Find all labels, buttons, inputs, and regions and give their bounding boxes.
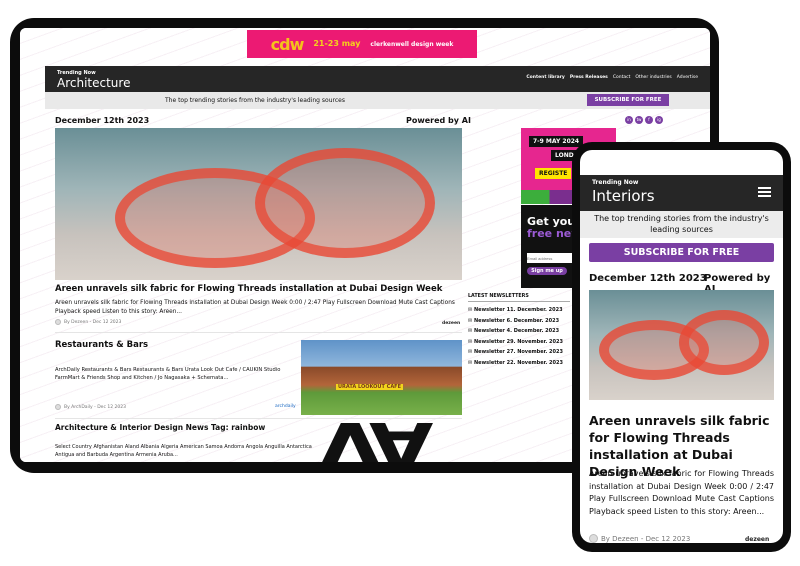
ad-banner-clerkenwell[interactable]: cdw 21-23 may clerkenwell design week [247, 30, 477, 58]
article-title[interactable]: Restaurants & Bars [55, 340, 148, 350]
article-image[interactable]: URATA LOOKOUT CAFE [301, 340, 462, 415]
byline-text: By Dezeen - Dec 12 2023 [64, 319, 122, 325]
latest-newsletters: LATEST NEWSLETTERS ✉ Newsletter 11. Dece… [468, 294, 570, 368]
article-title[interactable]: Areen unravels silk fabric for Flowing T… [55, 284, 475, 294]
twitter-icon[interactable]: tw [635, 116, 643, 124]
ad-dates: 21-23 may [313, 39, 361, 48]
newsletter-link[interactable]: ✉ Newsletter 4. December. 2023 [468, 326, 570, 337]
article-title[interactable]: Architecture & Interior Design News Tag:… [55, 423, 265, 432]
source-logo: dezeen [442, 321, 461, 326]
article-excerpt: ArchDaily Restaurants & Bars Restaurants… [55, 367, 281, 381]
date-label: December 12th 2023 [589, 273, 707, 284]
avatar [55, 404, 61, 410]
newsletter-link[interactable]: ✉ Newsletter 29. November. 2023 [468, 337, 570, 348]
brand-small: Trending Now [592, 179, 639, 186]
phone-header: Trending Now Interiors [580, 175, 783, 211]
ad-name: clerkenwell design week [370, 40, 454, 48]
newsletter-link[interactable]: ✉ Newsletter 11. December. 2023 [468, 305, 570, 316]
nav-advertise[interactable]: Advertise [677, 75, 698, 80]
divider [55, 332, 462, 333]
tagline-bar: The top trending stories from the indust… [45, 92, 710, 109]
tagline: The top trending stories from the indust… [580, 211, 783, 238]
nav-other-industries[interactable]: Other industries [635, 75, 671, 80]
powered-by-label: Powered by AI [406, 116, 471, 125]
linkedin-icon[interactable]: in [625, 116, 633, 124]
article-byline: By ArchDaily - Dec 12 2023 [55, 404, 126, 410]
brand-logo[interactable]: Architecture [57, 76, 130, 90]
newsletter-link[interactable]: ✉ Newsletter 6. December. 2023 [468, 316, 570, 327]
article-byline: By Dezeen - Dec 12 2023 [55, 319, 121, 325]
phone-screen: Trending Now Interiors The top trending … [580, 150, 783, 543]
source-logo: archdaily [275, 404, 296, 409]
hamburger-icon[interactable] [758, 187, 771, 197]
subscribe-button[interactable]: SUBSCRIBE FOR FREE [589, 243, 774, 262]
date-label: December 12th 2023 [55, 116, 150, 125]
article-logo-image[interactable]: VA [318, 407, 426, 462]
facebook-icon[interactable]: f [645, 116, 653, 124]
article-excerpt: Select Country Afghanistan Aland Albania… [55, 444, 312, 458]
avatar [589, 534, 598, 543]
newsletter-link[interactable]: ✉ Newsletter 22. November. 2023 [468, 358, 570, 369]
social-links: in tw f ig [625, 116, 663, 124]
newsletter-link[interactable]: ✉ Newsletter 27. November. 2023 [468, 347, 570, 358]
nav-links: Content library Press Releases Contact O… [526, 75, 698, 80]
sign-up-button[interactable]: Sign me up [527, 267, 567, 275]
article-excerpt: Areen unravels silk fabric for Flowing T… [55, 300, 455, 315]
article-byline: By Dezeen - Dec 12 2023 [589, 534, 690, 543]
subscribe-button[interactable]: SUBSCRIBE FOR FREE [587, 94, 669, 106]
ad-logo: cdw [270, 34, 305, 54]
source-logo: dezeen [745, 536, 770, 543]
article-excerpt: Areen unravels silk fabric for Flowing T… [589, 469, 774, 516]
nav-press-releases[interactable]: Press Releases [570, 75, 608, 80]
brand-logo[interactable]: Interiors [592, 187, 655, 205]
newsletters-heading: LATEST NEWSLETTERS [468, 294, 570, 302]
byline-text: By Dezeen - Dec 12 2023 [601, 534, 691, 543]
hero-image[interactable] [589, 290, 774, 400]
site-header: Trending Now Architecture Content librar… [45, 66, 710, 92]
ad-dates: 7-9 MAY 2024 [529, 136, 584, 147]
instagram-icon[interactable]: ig [655, 116, 663, 124]
nav-contact[interactable]: Contact [613, 75, 631, 80]
avatar [55, 319, 61, 325]
hero-image[interactable] [55, 128, 462, 280]
image-sign: URATA LOOKOUT CAFE [336, 384, 404, 390]
ad-register: REGISTE [535, 168, 572, 179]
nav-content-library[interactable]: Content library [526, 75, 564, 80]
byline-text: By ArchDaily - Dec 12 2023 [64, 404, 126, 410]
tagline: The top trending stories from the indust… [165, 97, 345, 104]
